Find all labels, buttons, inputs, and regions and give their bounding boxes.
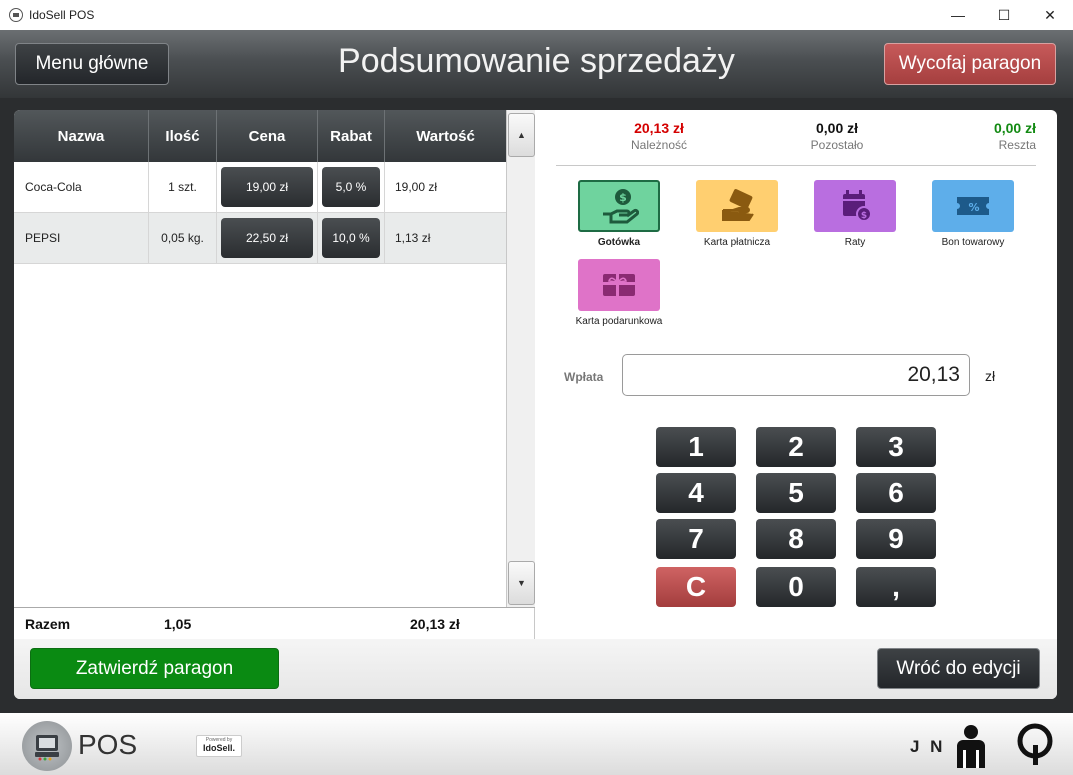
keypad-key-7[interactable]: 7 (656, 519, 736, 559)
column-header-value[interactable]: Wartość (385, 110, 506, 162)
footer-bar: POS Powered by IdoSell. J N (0, 713, 1073, 775)
idosell-q-icon[interactable] (1015, 721, 1055, 767)
keypad-key-3[interactable]: 3 (856, 427, 936, 467)
brand-text: IdoSell. (202, 743, 235, 753)
due-label: Należność (630, 138, 688, 152)
idosell-logo: Powered by IdoSell. (196, 735, 242, 757)
due-amount: 20,13 zł (634, 120, 684, 136)
keypad-key-8[interactable]: 8 (756, 519, 836, 559)
payment-cash-label: Gotówka (597, 237, 641, 248)
keypad-clear-button[interactable]: C (656, 567, 736, 607)
payment-giftcard-label: Karta podarunkowa (575, 316, 663, 327)
change-amount: 0,00 zł (993, 120, 1036, 136)
table-scrollbar[interactable]: ▲ ▼ (506, 110, 535, 607)
totals-label: Razem (25, 616, 71, 632)
item-qty: 0,05 kg. (149, 213, 217, 263)
payment-voucher-label: Bon towarowy (941, 237, 1005, 248)
back-to-edit-button[interactable]: Wróć do edycji (877, 648, 1040, 689)
item-price-button[interactable]: 22,50 zł (221, 218, 313, 258)
minimize-button[interactable]: — (935, 0, 981, 30)
totals-row: Razem 1,05 20,13 zł (14, 607, 535, 639)
keypad-key-4[interactable]: 4 (656, 473, 736, 513)
item-discount-button[interactable]: 10,0 % (322, 218, 380, 258)
voucher-percent-icon: % (957, 197, 989, 215)
window-title: IdoSell POS (29, 8, 95, 22)
column-header-name[interactable]: Nazwa (14, 110, 149, 162)
table-row[interactable]: PEPSI 0,05 kg. 22,50 zł 10,0 % 1,13 zł (14, 213, 506, 264)
gift-card-icon (603, 274, 635, 296)
payment-installments-tile[interactable]: $ (814, 180, 896, 232)
pos-label: POS (78, 729, 138, 760)
user-initials: J N (910, 737, 946, 756)
maximize-button[interactable]: ☐ (981, 0, 1027, 30)
payment-card-tile[interactable] (696, 180, 778, 232)
keypad-key-2[interactable]: 2 (756, 427, 836, 467)
payment-amount-label: Wpłata (564, 370, 604, 384)
keypad-key-0[interactable]: 0 (756, 567, 836, 607)
confirm-receipt-button[interactable]: Zatwierdź paragon (30, 648, 279, 689)
svg-text:%: % (968, 201, 979, 214)
scroll-down-icon[interactable]: ▼ (508, 561, 535, 605)
totals-qty: 1,05 (164, 616, 192, 632)
keypad-decimal-key[interactable]: , (856, 567, 936, 607)
sale-summary-panel: Nazwa Ilość Cena Rabat Wartość Coca-Cola… (14, 110, 1057, 699)
keypad-key-9[interactable]: 9 (856, 519, 936, 559)
discount-cell: 5,0 % (318, 162, 385, 212)
totals-value: 20,13 zł (410, 616, 460, 632)
items-table: Nazwa Ilość Cena Rabat Wartość Coca-Cola… (14, 110, 535, 639)
pos-logo-icon (22, 721, 72, 771)
item-price-button[interactable]: 19,00 zł (221, 167, 313, 207)
remaining-label: Pozostało (810, 138, 864, 152)
cash-hand-icon: $ (603, 189, 639, 224)
payment-card-label: Karta płatnicza (703, 237, 771, 248)
cancel-receipt-button[interactable]: Wycofaj paragon (884, 43, 1056, 85)
item-discount-button[interactable]: 5,0 % (322, 167, 380, 207)
payment-amount-input[interactable] (622, 354, 970, 396)
item-value: 1,13 zł (395, 231, 431, 245)
change-summary: 0,00 zł Reszta (966, 120, 1036, 152)
item-qty: 1 szt. (149, 162, 217, 212)
keypad-key-5[interactable]: 5 (756, 473, 836, 513)
payment-installments-label: Raty (844, 237, 866, 248)
item-name: PEPSI (14, 213, 149, 263)
price-cell: 22,50 zł (217, 213, 318, 263)
window-titlebar: IdoSell POS — ☐ ✕ (0, 0, 1073, 30)
payment-currency: zł (985, 368, 996, 384)
item-name: Coca-Cola (14, 162, 149, 212)
svg-text:$: $ (861, 211, 867, 221)
due-summary: 20,13 zł Należność (609, 120, 709, 152)
payment-cash-tile[interactable]: $ (578, 180, 660, 232)
summary-divider (556, 165, 1036, 166)
payment-voucher-tile[interactable]: % (932, 180, 1014, 232)
discount-cell: 10,0 % (318, 213, 385, 263)
remaining-summary: 0,00 zł Pozostało (787, 120, 887, 152)
keypad-key-1[interactable]: 1 (656, 427, 736, 467)
change-label: Reszta (998, 138, 1036, 152)
payment-giftcard-tile[interactable] (578, 259, 660, 311)
action-bar: Zatwierdź paragon Wróć do edycji (14, 639, 1057, 699)
app-icon (9, 8, 23, 22)
header-bar: Menu główne Podsumowanie sprzedaży Wycof… (0, 30, 1073, 98)
column-header-qty[interactable]: Ilość (149, 110, 217, 162)
remaining-amount: 0,00 zł (815, 120, 859, 136)
price-cell: 19,00 zł (217, 162, 318, 212)
user-icon[interactable] (953, 724, 989, 768)
keypad-key-6[interactable]: 6 (856, 473, 936, 513)
card-hand-icon (722, 189, 754, 221)
svg-text:$: $ (619, 191, 627, 204)
table-row[interactable]: Coca-Cola 1 szt. 19,00 zł 5,0 % 19,00 zł (14, 162, 506, 213)
scroll-up-icon[interactable]: ▲ (508, 113, 535, 157)
column-header-price[interactable]: Cena (217, 110, 318, 162)
close-button[interactable]: ✕ (1027, 0, 1073, 30)
calendar-money-icon: $ (843, 190, 872, 222)
column-header-discount[interactable]: Rabat (318, 110, 385, 162)
table-header: Nazwa Ilość Cena Rabat Wartość (14, 110, 506, 162)
item-value: 19,00 zł (395, 180, 438, 194)
